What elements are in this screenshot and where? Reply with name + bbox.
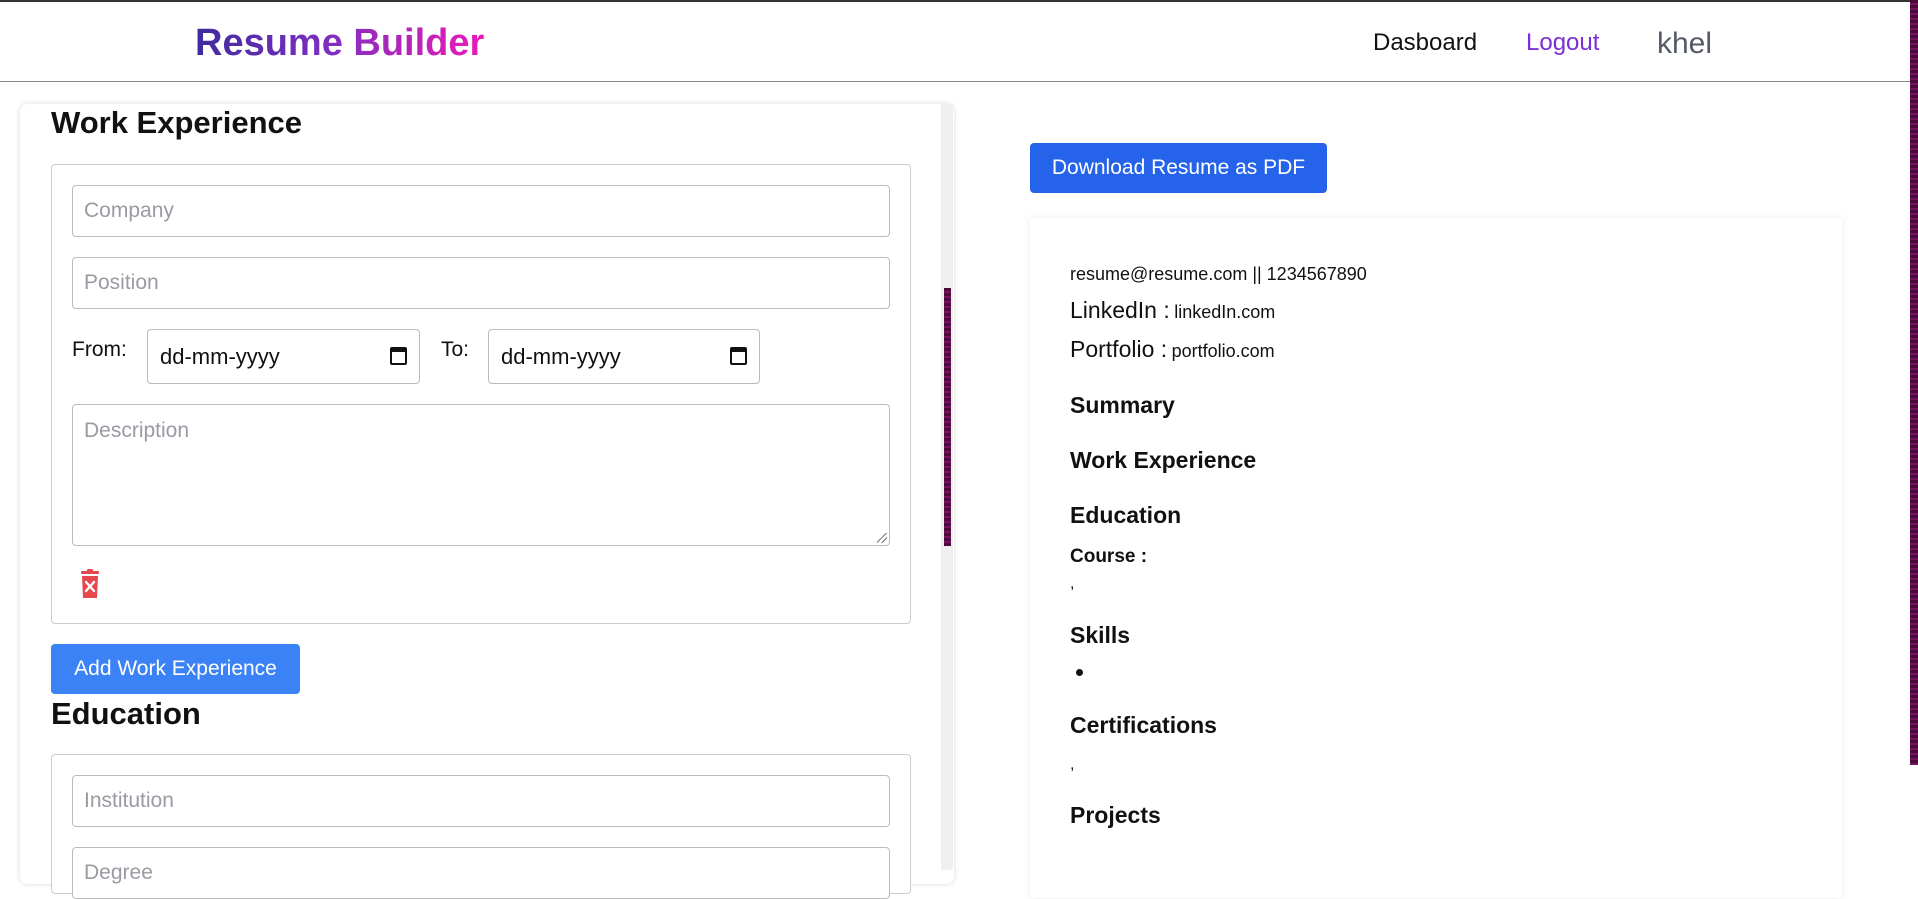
trash-x-icon[interactable] [80, 569, 100, 599]
degree-input[interactable]: Degree [72, 847, 890, 899]
add-work-experience-button[interactable]: Add Work Experience [51, 644, 300, 694]
user-name[interactable]: khel [1657, 27, 1712, 61]
portfolio-label: Portfolio : [1070, 336, 1168, 362]
work-experience-title: Work Experience [51, 105, 302, 140]
preview-certifications-heading: Certifications [1070, 712, 1217, 738]
company-placeholder: Company [84, 199, 174, 222]
navbar: Resume Builder Dasboard Logout khel [0, 2, 1918, 82]
contact-line: resume@resume.com || 1234567890 [1070, 264, 1367, 284]
download-pdf-button[interactable]: Download Resume as PDF [1030, 143, 1327, 193]
degree-placeholder: Degree [84, 861, 153, 884]
preview-course-label: Course : [1070, 546, 1148, 567]
page-scrollbar[interactable] [1910, 0, 1918, 765]
preview-education-heading: Education [1070, 502, 1182, 528]
skills-bullet [1076, 669, 1083, 676]
calendar-icon[interactable] [390, 347, 407, 365]
resize-grip-icon[interactable] [877, 533, 887, 543]
calendar-icon[interactable] [730, 347, 747, 365]
form-scrollbar-thumb[interactable] [944, 288, 951, 546]
position-input[interactable]: Position [72, 257, 890, 309]
portfolio-value: portfolio.com [1171, 341, 1275, 361]
portfolio-line: Portfolio : portfolio.com [1070, 336, 1275, 363]
linkedin-line: LinkedIn : linkedIn.com [1070, 297, 1275, 324]
from-label: From: [72, 338, 127, 361]
preview-education-separator: , [1070, 575, 1075, 592]
nav-logout-link[interactable]: Logout [1526, 29, 1599, 57]
education-title: Education [51, 696, 201, 731]
to-date-value: dd-mm-yyyy [501, 343, 621, 369]
position-placeholder: Position [84, 271, 159, 294]
institution-placeholder: Institution [84, 789, 174, 812]
from-date-value: dd-mm-yyyy [160, 343, 280, 369]
company-input[interactable]: Company [72, 185, 890, 237]
to-label: To: [441, 338, 470, 361]
preview-work-heading: Work Experience [1070, 447, 1257, 473]
linkedin-label: LinkedIn : [1070, 297, 1170, 323]
preview-skills-heading: Skills [1070, 622, 1131, 648]
description-textarea[interactable]: Description [72, 404, 890, 546]
to-date-input[interactable]: dd-mm-yyyy [488, 329, 760, 384]
preview-projects-heading: Projects [1070, 802, 1161, 828]
brand-logo[interactable]: Resume Builder [195, 22, 484, 65]
linkedin-value: linkedIn.com [1174, 302, 1276, 322]
description-placeholder: Description [84, 419, 190, 442]
institution-input[interactable]: Institution [72, 775, 890, 827]
preview-certifications-separator: , [1070, 756, 1075, 773]
preview-summary-heading: Summary [1070, 392, 1175, 418]
nav-dashboard-link[interactable]: Dasboard [1373, 29, 1477, 57]
from-date-input[interactable]: dd-mm-yyyy [147, 329, 420, 384]
